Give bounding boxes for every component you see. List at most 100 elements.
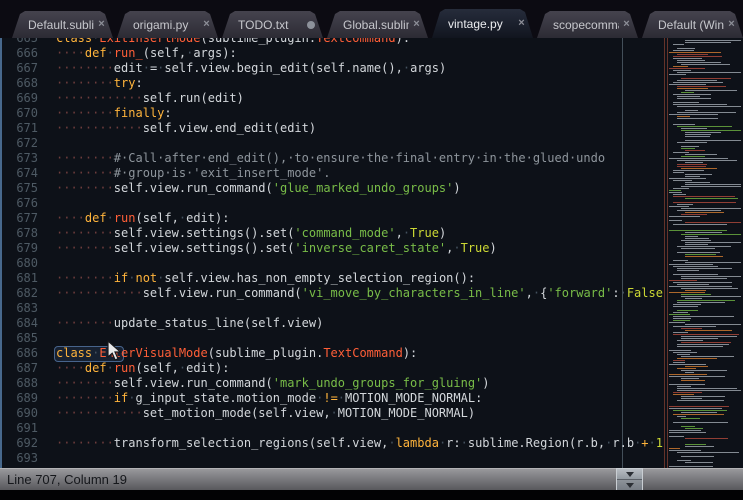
tab-global-sublime[interactable]: Global.sublime× [327, 11, 428, 38]
close-icon[interactable]: × [200, 18, 213, 31]
line-text: ········#·Call·after·end_edit(),·to·ensu… [38, 151, 605, 166]
minimap-indent-guide [667, 38, 668, 468]
minimap-row [685, 324, 741, 325]
minimap-row [681, 78, 731, 79]
minimap-row [669, 114, 718, 115]
minimap-row [673, 334, 739, 335]
tab-vintage-py[interactable]: vintage.py× [432, 9, 533, 38]
line-text: ····def·run(self,·edit): [38, 211, 229, 226]
minimap-row [681, 294, 711, 295]
scroll-up-stepper[interactable] [617, 469, 642, 480]
minimap-row [663, 226, 743, 227]
minimap-row [669, 52, 721, 53]
minimap-row [673, 172, 684, 173]
line-number: 675 [2, 181, 38, 196]
minimap-row [663, 218, 743, 219]
line-number: 676 [2, 196, 38, 211]
line-text [38, 421, 56, 436]
minimap-row [669, 286, 732, 287]
minimap-row [685, 198, 738, 199]
minimap-row [677, 54, 708, 55]
minimap-row [669, 68, 705, 69]
minimap-row [663, 272, 743, 273]
line-text: ············self.run(edit) [38, 91, 244, 106]
tab-origami-py[interactable]: origami.py× [117, 11, 218, 38]
minimap-row [669, 408, 722, 409]
minimap-row [663, 464, 743, 465]
minimap-row [663, 348, 743, 349]
minimap-row [677, 368, 696, 369]
minimap-row [681, 278, 727, 279]
code-line: 669············self.run(edit) [2, 91, 663, 106]
minimap-row [685, 110, 698, 111]
minimap-row [681, 456, 714, 457]
minimap-row [681, 146, 699, 147]
close-icon[interactable]: × [515, 17, 528, 30]
minimap-row [669, 84, 706, 85]
minimap-row [677, 344, 729, 345]
minimap-row [685, 42, 731, 43]
minimap-row [673, 66, 688, 67]
close-icon[interactable]: × [620, 18, 633, 31]
minimap-row [677, 346, 723, 347]
minimap-row [669, 178, 706, 179]
minimap-row [677, 142, 707, 143]
code-line: 682············self.view.run_command('vi… [2, 286, 663, 301]
code-line: 685 [2, 331, 663, 346]
tab-default-sublime[interactable]: Default.sublime× [12, 11, 113, 38]
minimap-row [673, 394, 694, 395]
minimap-row [663, 108, 743, 109]
minimap-row [663, 122, 743, 123]
code-line: 675········self.view.run_command('glue_m… [2, 181, 663, 196]
code-line: 670········finally: [2, 106, 663, 121]
minimap-row [669, 220, 682, 221]
minimap-row [685, 140, 741, 141]
line-number: 686 [2, 346, 38, 361]
minimap-row [673, 202, 736, 203]
code-line: 688········self.view.run_command('mark_u… [2, 376, 663, 391]
minimap-row [663, 420, 743, 421]
minimap-row [681, 130, 741, 131]
scroll-down-stepper[interactable] [617, 480, 642, 490]
minimap-row [681, 342, 731, 343]
line-text [38, 136, 56, 151]
close-icon[interactable]: × [95, 18, 108, 31]
minimap-row [685, 256, 723, 257]
line-number: 683 [2, 301, 38, 316]
line-text: ········if·g_input_state.motion_mode·!=·… [38, 391, 482, 406]
line-text: ········edit·=·self.view.begin_edit(self… [38, 61, 446, 76]
minimap-row [685, 136, 710, 137]
minimap-row [669, 216, 700, 217]
minimap-row [685, 184, 741, 185]
scrollbar-steppers[interactable] [616, 468, 643, 490]
tab-scopecommands[interactable]: scopecommands× [537, 11, 638, 38]
minimap-row [681, 214, 707, 215]
minimap-row [669, 192, 682, 193]
tab-default-windo[interactable]: Default (Windo× [642, 11, 743, 38]
minimap-row [677, 302, 725, 303]
code-editor[interactable]: 665class·ExitInsertMode(sublime_plugin.T… [0, 38, 663, 468]
minimap-row [669, 74, 686, 75]
close-icon[interactable]: × [410, 18, 423, 31]
close-icon[interactable]: × [725, 18, 738, 31]
minimap-row [669, 322, 685, 323]
minimap-row [673, 180, 692, 181]
tab-todo-txt[interactable]: TODO.txt [222, 11, 323, 38]
tab-label: TODO.txt [238, 18, 304, 32]
minimap[interactable] [663, 38, 743, 468]
modified-dot-icon[interactable] [307, 21, 315, 29]
code-line: 666····def·run_(self,·args): [2, 46, 663, 61]
minimap-row [677, 460, 691, 461]
code-line: 684········update_status_line(self.view) [2, 316, 663, 331]
minimap-row [673, 82, 723, 83]
minimap-row [677, 96, 700, 97]
line-text: ········transform_selection_regions(self… [38, 436, 663, 451]
minimap-row [669, 314, 690, 315]
minimap-row [673, 94, 711, 95]
minimap-row [673, 332, 688, 333]
minimap-row [673, 224, 727, 225]
line-number: 673 [2, 151, 38, 166]
minimap-row [663, 38, 743, 39]
minimap-row [663, 250, 743, 251]
minimap-row [669, 406, 729, 407]
